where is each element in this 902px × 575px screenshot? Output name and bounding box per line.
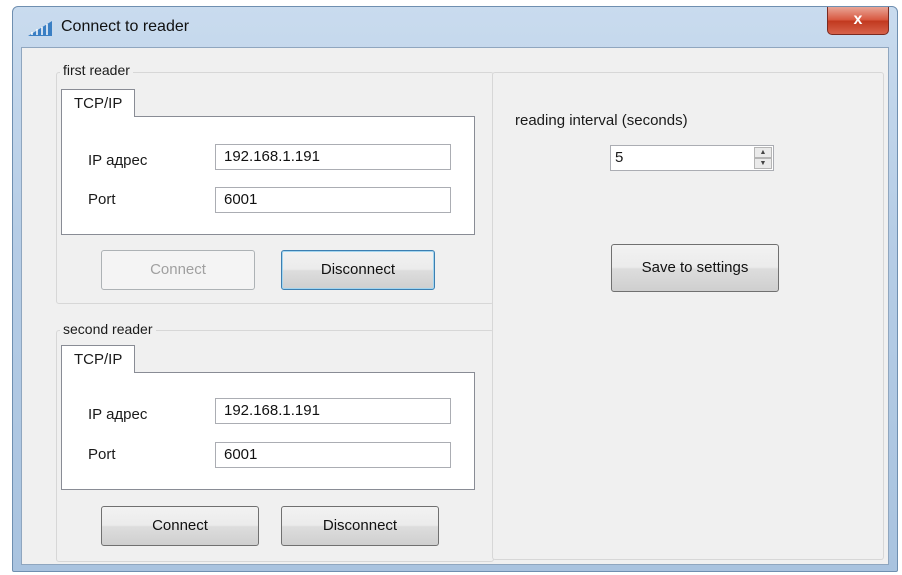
second-reader-disconnect-button[interactable]: Disconnect bbox=[281, 506, 439, 546]
second-reader-connect-button[interactable]: Connect bbox=[101, 506, 259, 546]
spinner-arrows: ▲ ▼ bbox=[754, 147, 772, 169]
second-reader-tab-page bbox=[61, 372, 475, 490]
spin-up-icon[interactable]: ▲ bbox=[754, 147, 772, 158]
save-to-settings-button[interactable]: Save to settings bbox=[611, 244, 779, 292]
connect-window: Connect to reader x first reader TCP/IP … bbox=[12, 6, 898, 572]
first-reader-group-label: first reader bbox=[60, 62, 133, 78]
first-reader-connect-button[interactable]: Connect bbox=[101, 250, 255, 290]
close-icon: x bbox=[853, 11, 863, 28]
second-reader-tab-tcpip[interactable]: TCP/IP bbox=[61, 345, 136, 373]
first-reader-ip-label: IP адрес bbox=[88, 152, 148, 169]
first-reader-disconnect-button[interactable]: Disconnect bbox=[281, 250, 435, 290]
interval-value[interactable]: 5 bbox=[615, 146, 623, 170]
title-bar[interactable]: Connect to reader x bbox=[13, 7, 897, 47]
second-reader-port-label: Port bbox=[88, 446, 116, 463]
first-reader-ip-input[interactable]: 192.168.1.191 bbox=[215, 144, 451, 170]
first-reader-tab-page bbox=[61, 116, 475, 235]
reader-signal-icon bbox=[28, 21, 52, 36]
second-reader-port-input[interactable]: 6001 bbox=[215, 442, 451, 468]
interval-spinner[interactable]: 5 ▲ ▼ bbox=[610, 145, 774, 171]
interval-label: reading interval (seconds) bbox=[515, 112, 688, 129]
second-reader-ip-label: IP адрес bbox=[88, 406, 148, 423]
second-reader-group-label: second reader bbox=[60, 321, 156, 337]
first-reader-port-label: Port bbox=[88, 191, 116, 208]
spin-down-icon[interactable]: ▼ bbox=[754, 158, 772, 169]
window-client-area: first reader TCP/IP IP адрес 192.168.1.1… bbox=[21, 47, 889, 565]
first-reader-port-input[interactable]: 6001 bbox=[215, 187, 451, 213]
first-reader-tab-tcpip[interactable]: TCP/IP bbox=[61, 89, 136, 117]
close-button[interactable]: x bbox=[827, 7, 889, 35]
window-title: Connect to reader bbox=[61, 18, 190, 35]
second-reader-ip-input[interactable]: 192.168.1.191 bbox=[215, 398, 451, 424]
